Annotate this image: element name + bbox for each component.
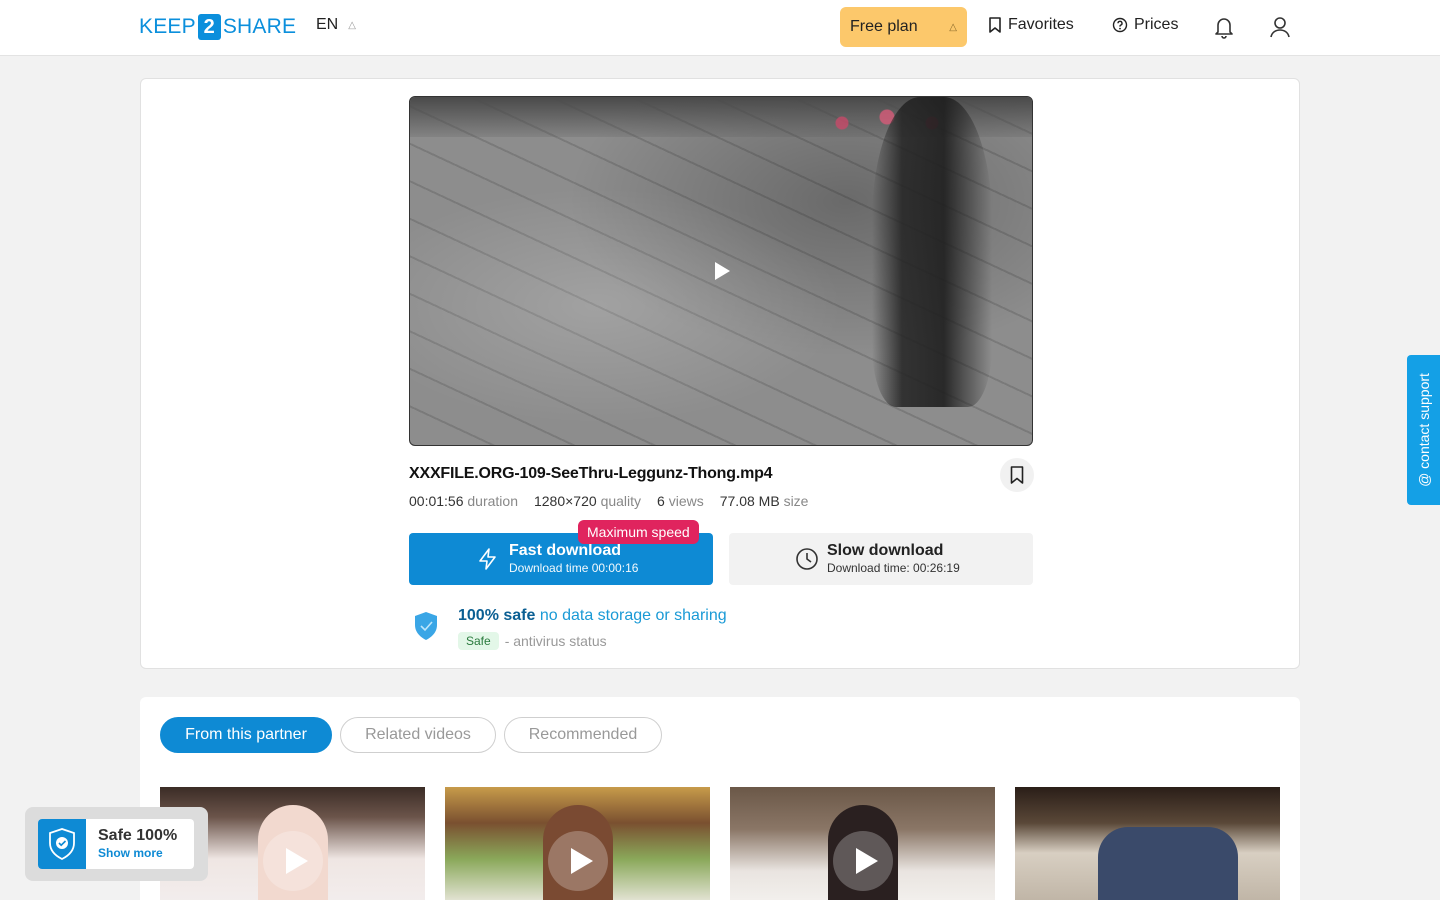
video-thumbnail[interactable] bbox=[730, 787, 995, 900]
tab-recommended[interactable]: Recommended bbox=[504, 717, 662, 753]
shield-check-icon bbox=[49, 828, 75, 861]
safe-rest: no data storage or sharing bbox=[539, 607, 727, 624]
bookmark-button[interactable] bbox=[1000, 458, 1034, 492]
shield-check-icon bbox=[415, 612, 437, 640]
play-icon[interactable] bbox=[715, 262, 730, 280]
safe-popup[interactable]: Safe 100% Show more bbox=[38, 819, 194, 869]
play-icon[interactable] bbox=[548, 831, 608, 891]
logo-text-mid: 2 bbox=[197, 14, 221, 40]
bell-icon[interactable] bbox=[1213, 15, 1235, 39]
file-name: XXXFILE.ORG-109-SeeThru-Leggunz-Thong.mp… bbox=[409, 465, 773, 482]
bookmark-icon bbox=[989, 17, 1001, 33]
fast-download-texts: Fast download Download time 00:00:16 bbox=[509, 542, 638, 576]
slow-download-title: Slow download bbox=[827, 542, 944, 559]
keep2share-logo[interactable]: KEEP 2 SHARE bbox=[139, 14, 296, 40]
fast-download-time: Download time 00:00:16 bbox=[509, 561, 639, 575]
language-selector[interactable]: EN △ bbox=[316, 16, 356, 34]
meta-duration: 00:01:56 duration bbox=[409, 493, 518, 509]
video-preview[interactable] bbox=[409, 96, 1033, 446]
shield-icon-box bbox=[38, 819, 86, 869]
chevron-up-icon: △ bbox=[949, 21, 957, 33]
tab-related-videos[interactable]: Related videos bbox=[340, 717, 496, 753]
antivirus-status: Safe - antivirus status bbox=[458, 632, 607, 650]
logo-text-left: KEEP bbox=[139, 15, 196, 38]
favorites-link[interactable]: Favorites bbox=[988, 16, 1074, 34]
top-header: KEEP 2 SHARE EN △ Free plan △ Favorites … bbox=[0, 0, 1440, 56]
safe-popup-link[interactable]: Show more bbox=[98, 845, 177, 861]
related-card: From this partner Related videos Recomme… bbox=[140, 697, 1300, 900]
meta-size: 77.08 MB size bbox=[719, 493, 809, 509]
play-icon[interactable] bbox=[833, 831, 893, 891]
prices-label: Prices bbox=[1134, 16, 1179, 33]
tab-from-this-partner[interactable]: From this partner bbox=[160, 717, 332, 753]
thumbnail-figure bbox=[1097, 827, 1238, 900]
bookmark-icon bbox=[1010, 466, 1024, 484]
file-card: XXXFILE.ORG-109-SeeThru-Leggunz-Thong.mp… bbox=[140, 78, 1300, 669]
video-thumbnail[interactable] bbox=[1015, 787, 1280, 900]
user-icon[interactable] bbox=[1269, 15, 1291, 39]
slow-download-button[interactable]: Slow download Download time: 00:26:19 bbox=[729, 533, 1033, 585]
video-figure bbox=[872, 97, 992, 407]
safe-statement: 100% safe no data storage or sharing bbox=[458, 607, 727, 625]
logo-text-right: SHARE bbox=[222, 15, 297, 38]
slow-download-time: Download time: 00:26:19 bbox=[827, 561, 960, 575]
clock-icon bbox=[796, 548, 818, 570]
max-speed-badge: Maximum speed bbox=[578, 520, 699, 544]
chevron-up-icon: △ bbox=[348, 19, 356, 31]
prices-link[interactable]: Prices bbox=[1112, 16, 1178, 34]
play-icon[interactable] bbox=[263, 831, 323, 891]
slow-download-texts: Slow download Download time: 00:26:19 bbox=[827, 542, 960, 576]
safe-bold: 100% safe bbox=[458, 607, 536, 624]
help-circle-icon bbox=[1112, 17, 1128, 33]
safe-popup-title: Safe 100% bbox=[98, 827, 178, 844]
safe-popup-texts: Safe 100% Show more bbox=[86, 827, 177, 861]
favorites-label: Favorites bbox=[1008, 16, 1074, 33]
language-label: EN bbox=[316, 16, 339, 33]
antivirus-text: - antivirus status bbox=[504, 633, 607, 649]
video-thumbnail[interactable] bbox=[445, 787, 710, 900]
contact-support-tab[interactable]: @ contact support bbox=[1407, 355, 1440, 505]
free-plan-button[interactable]: Free plan △ bbox=[840, 7, 967, 47]
meta-quality: 1280×720 quality bbox=[533, 493, 642, 509]
free-plan-label: Free plan bbox=[850, 18, 918, 35]
meta-views: 6 views bbox=[657, 493, 704, 509]
fast-download-title: Fast download bbox=[509, 542, 621, 559]
antivirus-badge: Safe bbox=[458, 632, 499, 650]
lightning-icon bbox=[479, 548, 496, 570]
file-meta: 00:01:56 duration 1280×720 quality 6 vie… bbox=[409, 493, 808, 509]
contact-support-label: @ contact support bbox=[1415, 373, 1432, 487]
